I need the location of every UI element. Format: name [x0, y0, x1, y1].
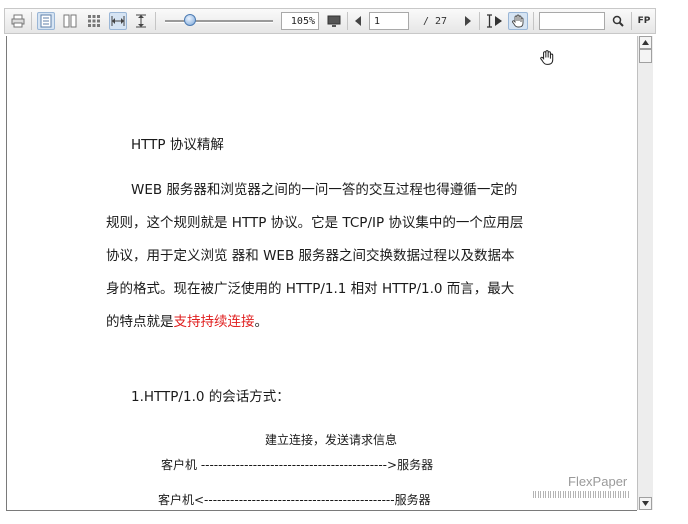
toolbar-divider [631, 12, 632, 30]
paragraph-line: 身的格式。现在被广泛使用的 HTTP/1.1 相对 HTTP/1.0 而言，最大 [106, 281, 515, 297]
search-icon [612, 15, 624, 27]
thumbnail-button[interactable] [85, 12, 103, 30]
flexpaper-about-button[interactable]: FP [635, 12, 653, 30]
zoom-level-field[interactable]: 105% [281, 12, 319, 30]
print-button[interactable] [9, 12, 27, 30]
toolbar-divider [31, 12, 32, 30]
text-select-button[interactable] [483, 12, 505, 30]
flexpaper-watermark: FlexPaper [568, 474, 628, 489]
page-number-input[interactable]: 1 [369, 12, 409, 30]
document-viewer[interactable]: HTTP 协议精解 WEB 服务器和浏览器之间的一问一答的交互过程也得遵循一定的… [6, 36, 637, 511]
watermark-barcode [533, 491, 629, 498]
fit-width-button[interactable] [109, 12, 127, 30]
scroll-up-button[interactable] [639, 36, 652, 49]
paragraph-line: 规则，这个规则就是 HTTP 协议。它是 TCP/IP 协议集中的一个应用层 [106, 215, 524, 231]
prev-page-icon [355, 16, 361, 26]
fit-height-icon [136, 14, 146, 28]
vertical-scrollbar[interactable] [637, 36, 653, 510]
paragraph-text: 的特点就是 [106, 314, 174, 330]
thumbnail-icon [88, 15, 100, 27]
paragraph-line: WEB 服务器和浏览器之间的一问一答的交互过程也得遵循一定的 [131, 182, 518, 198]
toolbar-divider [479, 12, 480, 30]
fullscreen-icon [327, 15, 341, 27]
arrow-down-icon [642, 501, 649, 506]
fullscreen-button[interactable] [325, 12, 343, 30]
search-input[interactable] [539, 12, 605, 30]
toolbar-divider [347, 12, 348, 30]
print-icon [11, 14, 25, 28]
zoom-slider-knob[interactable] [184, 14, 196, 26]
fit-height-button[interactable] [132, 12, 150, 30]
diagram-response-row: 客户机<------------------------------------… [158, 493, 431, 507]
hand-tool-button[interactable] [508, 12, 528, 30]
page-total-label: / 27 [422, 15, 448, 27]
toolbar: 105% 1 / 27 FP [4, 8, 656, 34]
text-select-icon [487, 14, 502, 28]
scroll-down-button[interactable] [639, 497, 652, 510]
diagram-caption: 建立连接，发送请求信息 [265, 433, 398, 447]
paragraph-line: 的特点就是支持持续连接。 [106, 310, 268, 330]
single-page-icon [40, 14, 52, 28]
hand-icon [512, 14, 524, 28]
search-button[interactable] [609, 12, 627, 30]
single-page-button[interactable] [37, 12, 55, 30]
toolbar-divider [155, 12, 156, 30]
two-page-icon [63, 14, 77, 28]
toolbar-divider [533, 12, 534, 30]
next-page-button[interactable] [461, 12, 475, 30]
fit-width-icon [111, 16, 125, 26]
document-title: HTTP 协议精解 [131, 137, 224, 153]
two-page-button[interactable] [61, 12, 79, 30]
scroll-thumb[interactable] [639, 49, 652, 63]
paragraph-text: 。 [254, 314, 269, 330]
paragraph-line: 协议，用于定义浏览 器和 WEB 服务器之间交换数据过程以及数据本 [106, 248, 515, 264]
prev-page-button[interactable] [351, 12, 365, 30]
arrow-up-icon [642, 40, 649, 45]
hand-cursor-icon [540, 50, 554, 65]
diagram-request-row: 客户机 ------------------------------------… [161, 458, 434, 472]
section-heading: 1.HTTP/1.0 的会话方式： [131, 389, 290, 405]
highlighted-text: 支持持续连接 [173, 314, 255, 330]
zoom-slider[interactable] [165, 12, 273, 30]
next-page-icon [465, 16, 471, 26]
